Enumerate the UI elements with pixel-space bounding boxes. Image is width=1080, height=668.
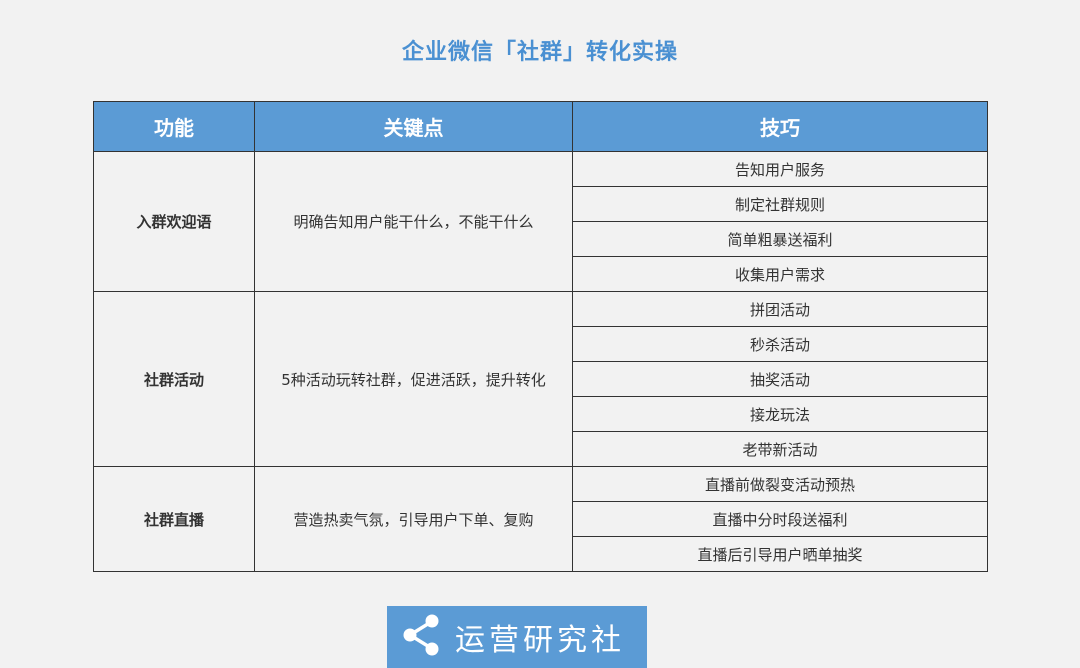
tip-cell: 直播前做裂变活动预热 [572,466,988,502]
header-tips: 技巧 [572,101,988,152]
table-header-row: 功能 关键点 技巧 [93,101,988,152]
tip-cell: 制定社群规则 [572,186,988,222]
header-function: 功能 [93,101,255,152]
tip-cell: 简单粗暴送福利 [572,221,988,257]
tip-cell: 秒杀活动 [572,326,988,362]
tip-cell: 告知用户服务 [572,151,988,187]
tip-cell: 直播中分时段送福利 [572,501,988,537]
table-row: 社群直播 营造热卖气氛，引导用户下单、复购 直播前做裂变活动预热 [93,466,988,572]
share-icon [401,613,441,661]
key-point-cell: 营造热卖气氛，引导用户下单、复购 [254,466,573,572]
tip-cell: 抽奖活动 [572,361,988,397]
brand-name: 运营研究社 [455,623,625,658]
tip-cell: 收集用户需求 [572,256,988,292]
header-key-point: 关键点 [254,101,573,152]
function-cell: 社群直播 [93,466,255,572]
key-point-cell: 5种活动玩转社群，促进活跃，提升转化 [254,291,573,467]
page-title: 企业微信「社群」转化实操 [401,40,678,65]
function-cell: 入群欢迎语 [93,151,255,292]
operations-table: 功能 关键点 技巧 入群欢迎语 明确告知用户能干什么，不能干什么 告知用户服务 … [93,101,988,572]
table-row: 社群活动 5种活动玩转社群，促进活跃，提升转化 拼团活动 [93,291,988,467]
tip-cell: 接龙玩法 [572,396,988,432]
tip-cell: 拼团活动 [572,291,988,327]
table-row: 入群欢迎语 明确告知用户能干什么，不能干什么 告知用户服务 [93,151,988,292]
tip-cell: 直播后引导用户晒单抽奖 [572,536,988,572]
tip-cell: 老带新活动 [572,431,988,467]
brand-logo: 运营研究社 [387,606,647,668]
function-cell: 社群活动 [93,291,255,467]
key-point-cell: 明确告知用户能干什么，不能干什么 [254,151,573,292]
